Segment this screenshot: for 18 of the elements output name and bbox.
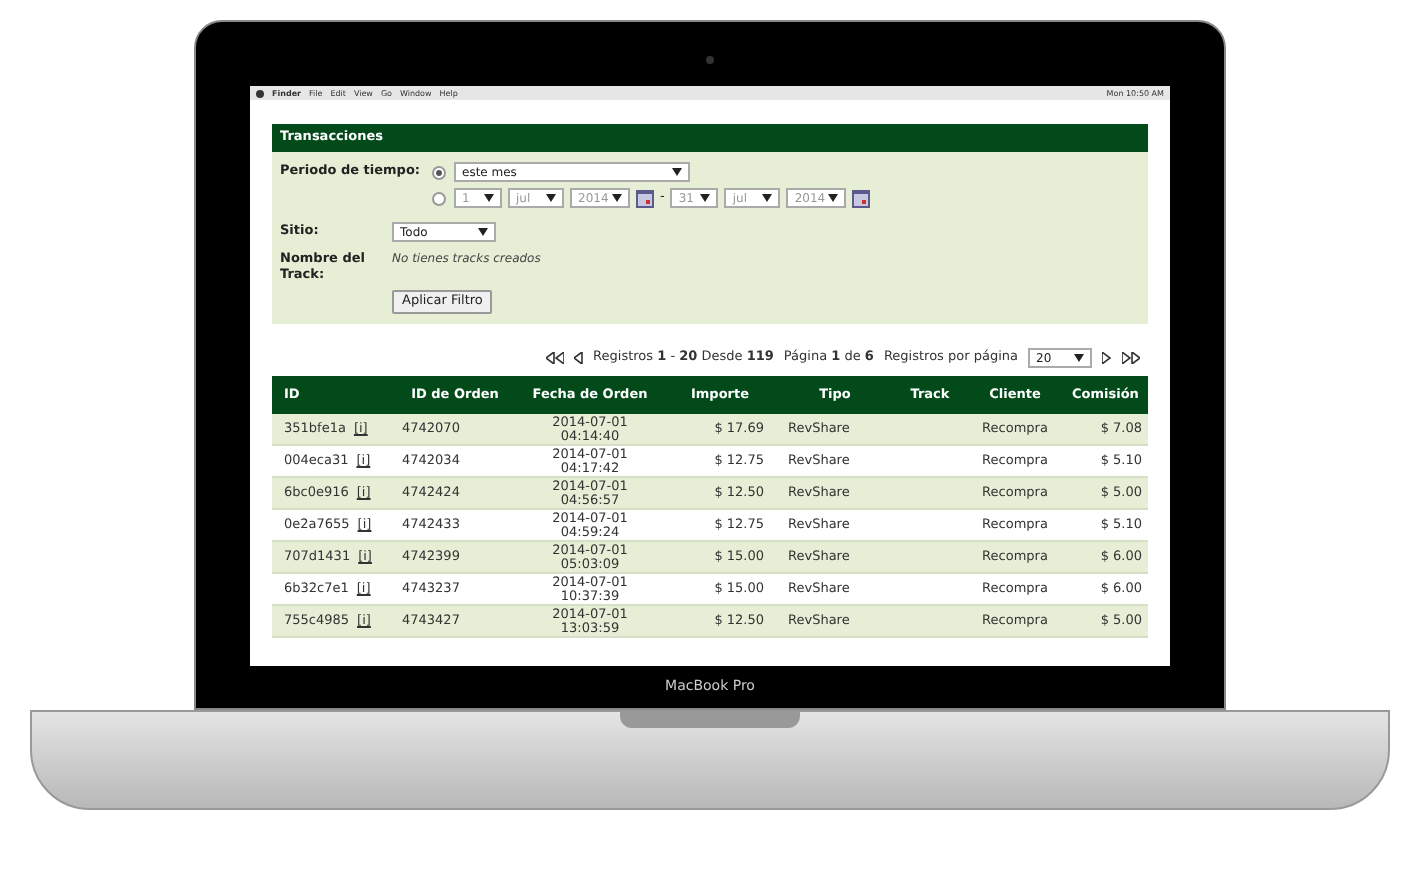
caret-icon [478,228,488,236]
caret-icon [612,194,622,202]
caret-icon [672,168,682,176]
radio-button[interactable] [432,165,446,179]
calendar-icon[interactable] [636,189,654,207]
caret-icon [1074,354,1084,362]
calendar-icon[interactable] [852,189,871,207]
double-right-arrow-icon[interactable] [1122,352,1140,364]
right-arrow-icon[interactable] [1102,352,1112,364]
caret-icon [484,194,494,202]
radio-button[interactable] [432,191,446,205]
left-arrow-icon[interactable] [573,352,584,364]
camera-icon [706,56,714,64]
double-left-arrow-icon[interactable] [545,352,564,364]
caret-icon [700,194,711,202]
caret-icon [828,194,839,202]
caret-icon [546,194,556,202]
caret-icon [762,194,773,202]
